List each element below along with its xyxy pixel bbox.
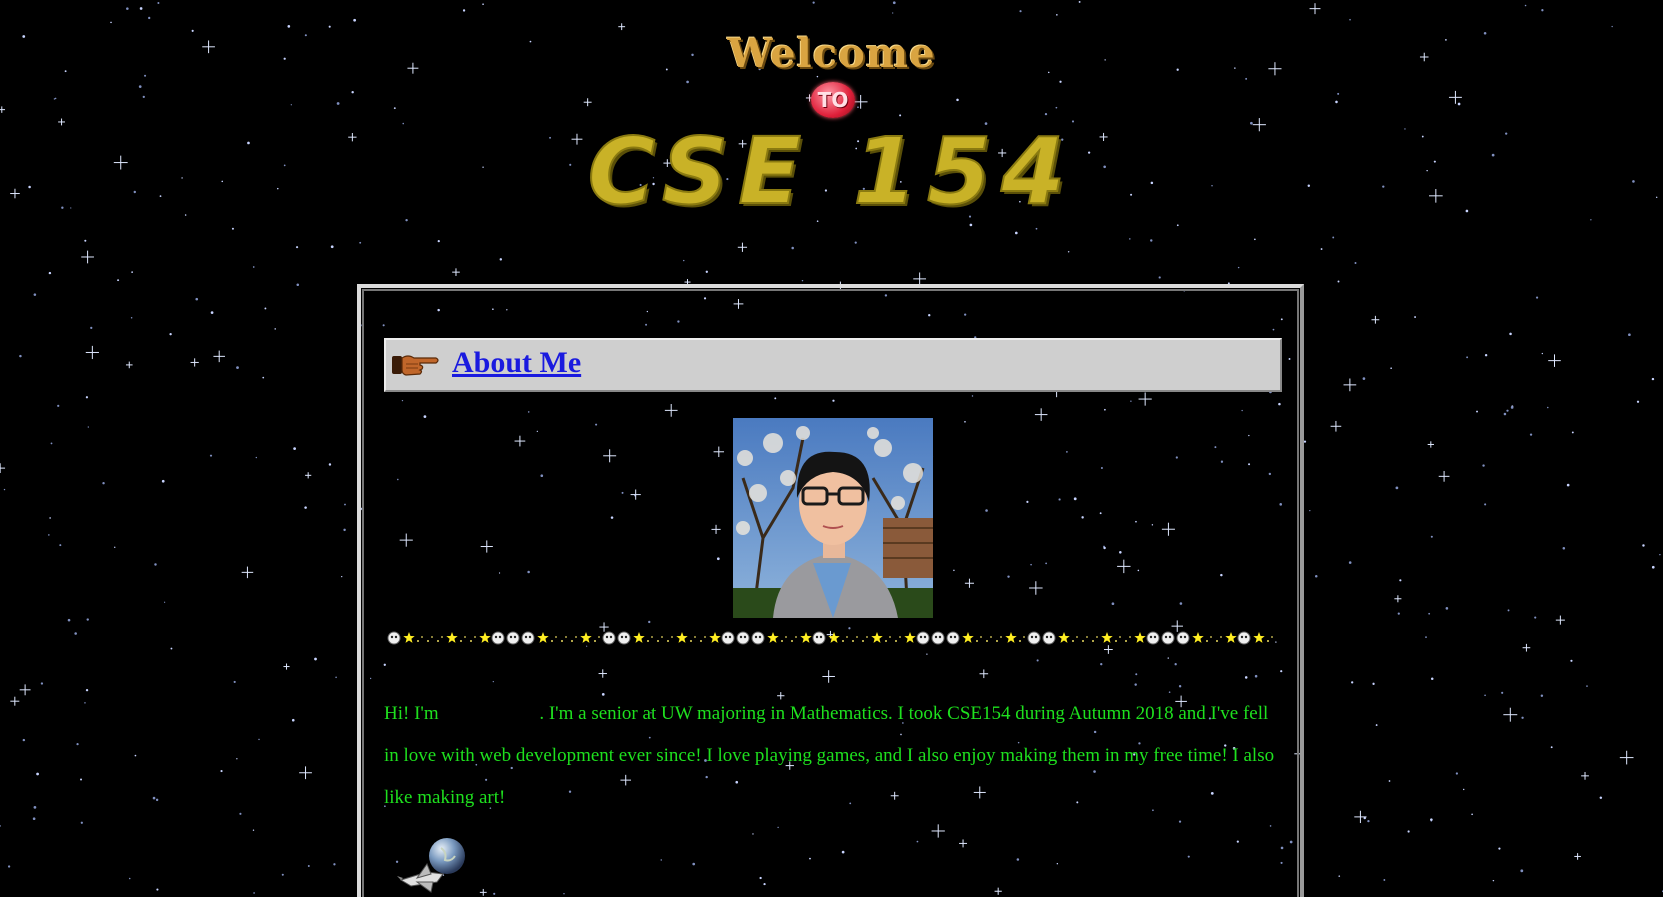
bio-greeting: Hi! I'm: [384, 703, 439, 724]
pointing-hand-icon: [392, 355, 439, 376]
header-banner: Welcome TO CSE 154: [0, 0, 1663, 240]
to-badge: TO: [811, 82, 855, 118]
profile-photo: [733, 418, 933, 618]
course-title: CSE 154: [587, 117, 1076, 226]
main-panel: About Me Hi! I'm . I'm a senior at UW ma…: [357, 284, 1304, 897]
page: Welcome TO CSE 154 About Me Hi! I'm . I'…: [0, 0, 1663, 897]
section-header: About Me: [384, 338, 1282, 392]
bio-body: . I'm a senior at UW majoring in Mathema…: [384, 703, 1275, 808]
bio-text: Hi! I'm . I'm a senior at UW majoring in…: [384, 693, 1284, 819]
about-me-link[interactable]: About Me: [452, 346, 581, 380]
decorative-divider: [387, 631, 1273, 645]
welcome-heading: Welcome: [727, 30, 936, 77]
space-shuttle-earth-icon: [397, 838, 465, 893]
